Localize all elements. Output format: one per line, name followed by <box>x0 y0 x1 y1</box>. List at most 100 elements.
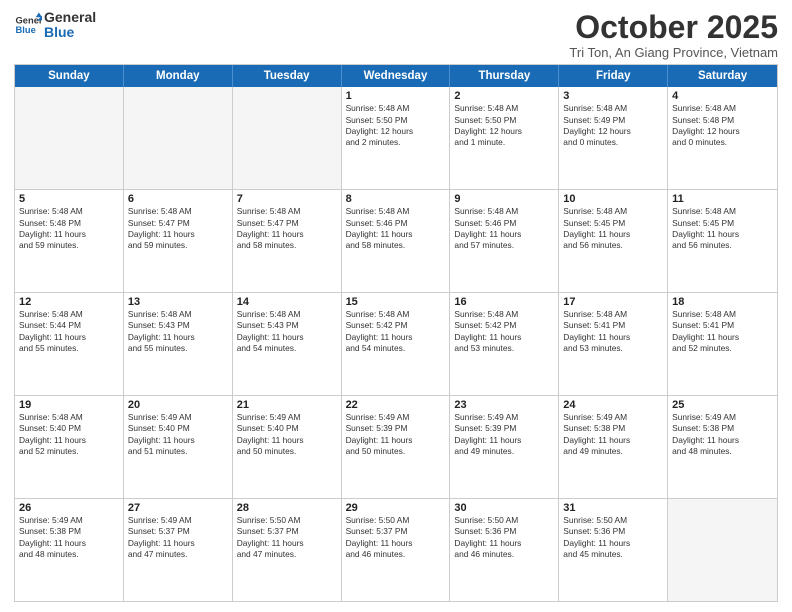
day-details: Sunrise: 5:48 AM Sunset: 5:45 PM Dayligh… <box>563 206 663 251</box>
header-day-sunday: Sunday <box>15 65 124 87</box>
day-number: 29 <box>346 502 446 514</box>
calendar-cell: 13Sunrise: 5:48 AM Sunset: 5:43 PM Dayli… <box>124 293 233 395</box>
day-number: 23 <box>454 399 554 411</box>
calendar-cell: 6Sunrise: 5:48 AM Sunset: 5:47 PM Daylig… <box>124 190 233 292</box>
calendar-cell: 27Sunrise: 5:49 AM Sunset: 5:37 PM Dayli… <box>124 499 233 601</box>
day-details: Sunrise: 5:49 AM Sunset: 5:40 PM Dayligh… <box>237 412 337 457</box>
day-details: Sunrise: 5:48 AM Sunset: 5:40 PM Dayligh… <box>19 412 119 457</box>
calendar-week-1: 1Sunrise: 5:48 AM Sunset: 5:50 PM Daylig… <box>15 87 777 189</box>
calendar-cell: 30Sunrise: 5:50 AM Sunset: 5:36 PM Dayli… <box>450 499 559 601</box>
calendar-cell: 24Sunrise: 5:49 AM Sunset: 5:38 PM Dayli… <box>559 396 668 498</box>
day-details: Sunrise: 5:49 AM Sunset: 5:38 PM Dayligh… <box>672 412 773 457</box>
day-number: 17 <box>563 296 663 308</box>
calendar-cell: 2Sunrise: 5:48 AM Sunset: 5:50 PM Daylig… <box>450 87 559 189</box>
page: General Blue General Blue October 2025 T… <box>0 0 792 612</box>
day-number: 25 <box>672 399 773 411</box>
day-number: 3 <box>563 90 663 102</box>
day-number: 11 <box>672 193 773 205</box>
logo-icon: General Blue <box>14 11 42 39</box>
calendar-cell: 3Sunrise: 5:48 AM Sunset: 5:49 PM Daylig… <box>559 87 668 189</box>
calendar-cell: 5Sunrise: 5:48 AM Sunset: 5:48 PM Daylig… <box>15 190 124 292</box>
day-number: 31 <box>563 502 663 514</box>
day-number: 21 <box>237 399 337 411</box>
calendar-week-4: 19Sunrise: 5:48 AM Sunset: 5:40 PM Dayli… <box>15 395 777 498</box>
calendar-week-3: 12Sunrise: 5:48 AM Sunset: 5:44 PM Dayli… <box>15 292 777 395</box>
day-number: 4 <box>672 90 773 102</box>
calendar-cell: 18Sunrise: 5:48 AM Sunset: 5:41 PM Dayli… <box>668 293 777 395</box>
day-details: Sunrise: 5:48 AM Sunset: 5:47 PM Dayligh… <box>128 206 228 251</box>
calendar-cell <box>124 87 233 189</box>
calendar-cell: 4Sunrise: 5:48 AM Sunset: 5:48 PM Daylig… <box>668 87 777 189</box>
calendar-cell: 22Sunrise: 5:49 AM Sunset: 5:39 PM Dayli… <box>342 396 451 498</box>
title-block: October 2025 Tri Ton, An Giang Province,… <box>569 10 778 60</box>
header-day-friday: Friday <box>559 65 668 87</box>
calendar-week-2: 5Sunrise: 5:48 AM Sunset: 5:48 PM Daylig… <box>15 189 777 292</box>
header-day-monday: Monday <box>124 65 233 87</box>
day-number: 9 <box>454 193 554 205</box>
day-number: 14 <box>237 296 337 308</box>
day-number: 27 <box>128 502 228 514</box>
calendar-header: SundayMondayTuesdayWednesdayThursdayFrid… <box>15 65 777 87</box>
day-details: Sunrise: 5:48 AM Sunset: 5:42 PM Dayligh… <box>454 309 554 354</box>
day-number: 30 <box>454 502 554 514</box>
day-details: Sunrise: 5:48 AM Sunset: 5:50 PM Dayligh… <box>454 103 554 148</box>
day-number: 20 <box>128 399 228 411</box>
calendar: SundayMondayTuesdayWednesdayThursdayFrid… <box>14 64 778 602</box>
header-day-saturday: Saturday <box>668 65 777 87</box>
day-number: 12 <box>19 296 119 308</box>
calendar-cell: 29Sunrise: 5:50 AM Sunset: 5:37 PM Dayli… <box>342 499 451 601</box>
day-details: Sunrise: 5:48 AM Sunset: 5:48 PM Dayligh… <box>672 103 773 148</box>
month-title: October 2025 <box>569 10 778 45</box>
day-details: Sunrise: 5:48 AM Sunset: 5:49 PM Dayligh… <box>563 103 663 148</box>
calendar-cell: 8Sunrise: 5:48 AM Sunset: 5:46 PM Daylig… <box>342 190 451 292</box>
calendar-body: 1Sunrise: 5:48 AM Sunset: 5:50 PM Daylig… <box>15 87 777 601</box>
day-details: Sunrise: 5:48 AM Sunset: 5:42 PM Dayligh… <box>346 309 446 354</box>
svg-text:Blue: Blue <box>16 25 36 35</box>
day-number: 10 <box>563 193 663 205</box>
day-number: 22 <box>346 399 446 411</box>
calendar-week-5: 26Sunrise: 5:49 AM Sunset: 5:38 PM Dayli… <box>15 498 777 601</box>
day-details: Sunrise: 5:48 AM Sunset: 5:46 PM Dayligh… <box>346 206 446 251</box>
day-details: Sunrise: 5:48 AM Sunset: 5:46 PM Dayligh… <box>454 206 554 251</box>
day-details: Sunrise: 5:48 AM Sunset: 5:44 PM Dayligh… <box>19 309 119 354</box>
day-details: Sunrise: 5:48 AM Sunset: 5:45 PM Dayligh… <box>672 206 773 251</box>
day-number: 28 <box>237 502 337 514</box>
day-details: Sunrise: 5:49 AM Sunset: 5:38 PM Dayligh… <box>563 412 663 457</box>
header-day-tuesday: Tuesday <box>233 65 342 87</box>
day-number: 26 <box>19 502 119 514</box>
day-details: Sunrise: 5:48 AM Sunset: 5:41 PM Dayligh… <box>563 309 663 354</box>
calendar-cell: 7Sunrise: 5:48 AM Sunset: 5:47 PM Daylig… <box>233 190 342 292</box>
calendar-cell: 17Sunrise: 5:48 AM Sunset: 5:41 PM Dayli… <box>559 293 668 395</box>
day-details: Sunrise: 5:48 AM Sunset: 5:50 PM Dayligh… <box>346 103 446 148</box>
calendar-cell: 1Sunrise: 5:48 AM Sunset: 5:50 PM Daylig… <box>342 87 451 189</box>
day-number: 6 <box>128 193 228 205</box>
calendar-cell: 19Sunrise: 5:48 AM Sunset: 5:40 PM Dayli… <box>15 396 124 498</box>
logo-blue: Blue <box>44 25 96 40</box>
day-number: 13 <box>128 296 228 308</box>
location: Tri Ton, An Giang Province, Vietnam <box>569 45 778 60</box>
logo: General Blue General Blue <box>14 10 96 41</box>
day-details: Sunrise: 5:49 AM Sunset: 5:39 PM Dayligh… <box>454 412 554 457</box>
day-number: 19 <box>19 399 119 411</box>
calendar-cell: 12Sunrise: 5:48 AM Sunset: 5:44 PM Dayli… <box>15 293 124 395</box>
calendar-cell <box>15 87 124 189</box>
day-number: 16 <box>454 296 554 308</box>
logo-general: General <box>44 10 96 25</box>
calendar-cell: 31Sunrise: 5:50 AM Sunset: 5:36 PM Dayli… <box>559 499 668 601</box>
calendar-cell: 25Sunrise: 5:49 AM Sunset: 5:38 PM Dayli… <box>668 396 777 498</box>
calendar-cell: 26Sunrise: 5:49 AM Sunset: 5:38 PM Dayli… <box>15 499 124 601</box>
day-details: Sunrise: 5:48 AM Sunset: 5:41 PM Dayligh… <box>672 309 773 354</box>
day-number: 18 <box>672 296 773 308</box>
calendar-cell: 20Sunrise: 5:49 AM Sunset: 5:40 PM Dayli… <box>124 396 233 498</box>
calendar-cell: 10Sunrise: 5:48 AM Sunset: 5:45 PM Dayli… <box>559 190 668 292</box>
day-number: 2 <box>454 90 554 102</box>
header: General Blue General Blue October 2025 T… <box>14 10 778 60</box>
day-details: Sunrise: 5:49 AM Sunset: 5:38 PM Dayligh… <box>19 515 119 560</box>
day-details: Sunrise: 5:50 AM Sunset: 5:37 PM Dayligh… <box>346 515 446 560</box>
day-details: Sunrise: 5:49 AM Sunset: 5:39 PM Dayligh… <box>346 412 446 457</box>
calendar-cell <box>233 87 342 189</box>
day-details: Sunrise: 5:48 AM Sunset: 5:43 PM Dayligh… <box>128 309 228 354</box>
day-number: 24 <box>563 399 663 411</box>
day-number: 7 <box>237 193 337 205</box>
day-number: 15 <box>346 296 446 308</box>
